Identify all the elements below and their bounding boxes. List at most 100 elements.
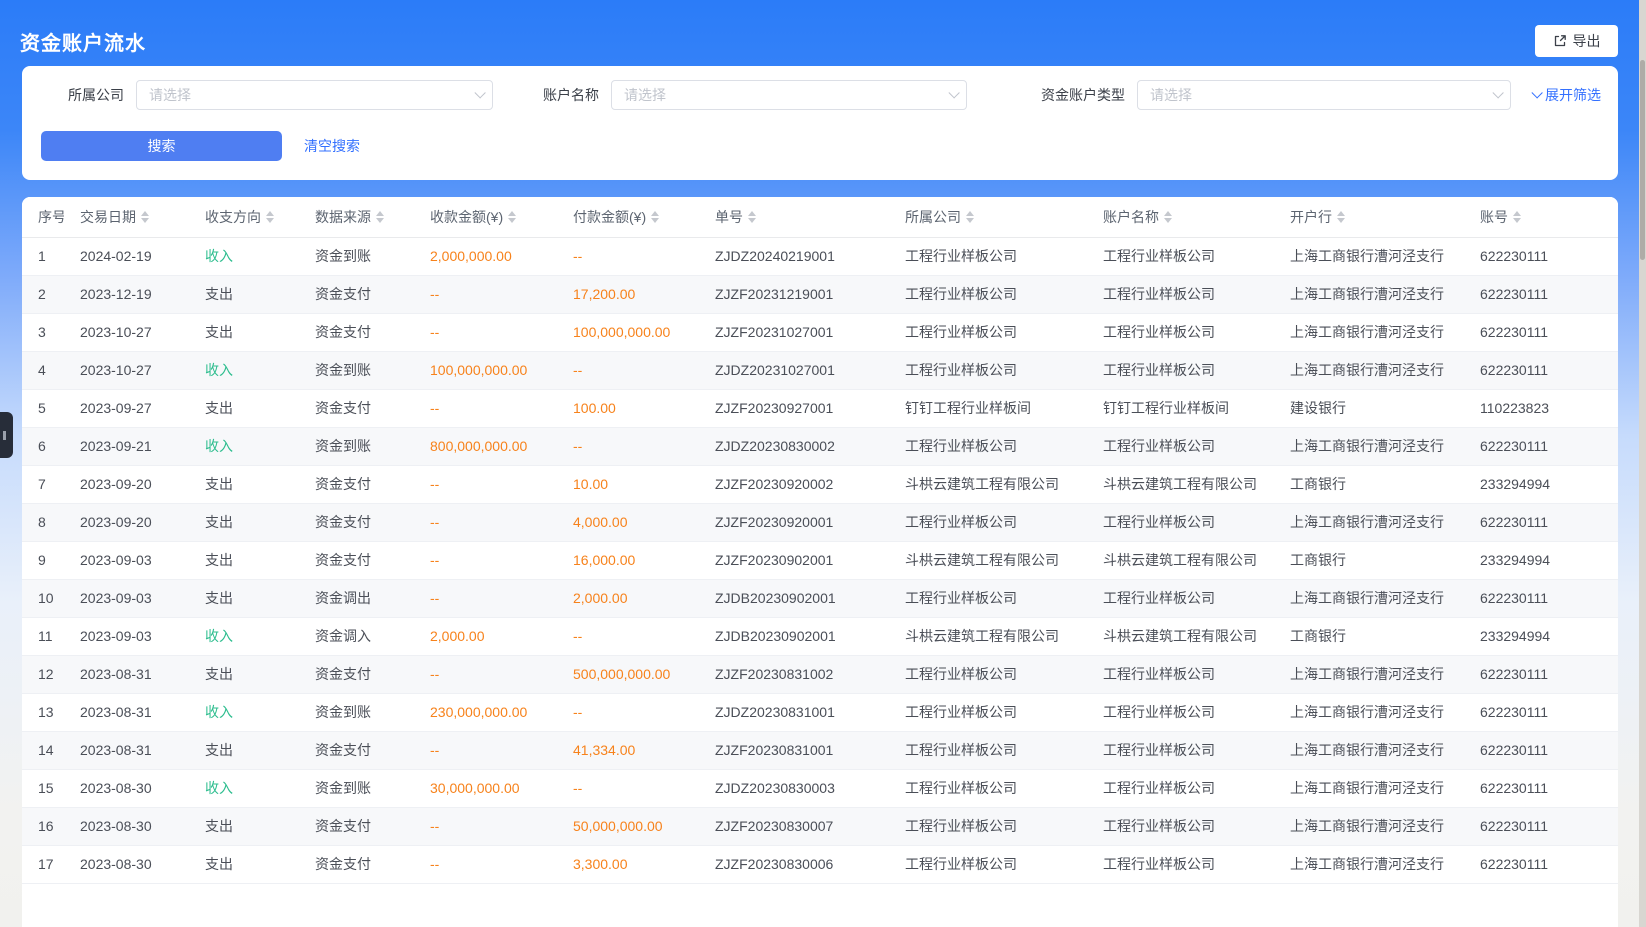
column-header-data-source[interactable]: 数据来源 xyxy=(299,197,414,237)
cell-pay-amount: 100.00 xyxy=(557,389,699,427)
column-header-company[interactable]: 所属公司 xyxy=(889,197,1087,237)
cell-trade-date: 2023-08-31 xyxy=(64,655,189,693)
search-button[interactable]: 搜索 xyxy=(41,131,282,161)
column-header-pay-amount[interactable]: 付款金额(¥) xyxy=(557,197,699,237)
cell-order-no: ZJZF20230920001 xyxy=(699,503,889,541)
account-name-select[interactable]: 请选择 xyxy=(611,80,967,110)
cell-bank: 上海工商银行漕河泾支行 xyxy=(1274,427,1464,465)
column-header-direction[interactable]: 收支方向 xyxy=(189,197,299,237)
sort-icon[interactable] xyxy=(266,211,274,223)
table-row: 52023-09-27支出资金支付--100.00ZJZF20230927001… xyxy=(22,389,1618,427)
cell-pay-amount: 4,000.00 xyxy=(557,503,699,541)
cell-account-name: 工程行业样板公司 xyxy=(1087,693,1274,731)
table-row: 82023-09-20支出资金支付--4,000.00ZJZF202309200… xyxy=(22,503,1618,541)
cell-trade-date: 2023-08-30 xyxy=(64,769,189,807)
export-button[interactable]: 导出 xyxy=(1535,25,1618,57)
cell-receive-amount: 2,000.00 xyxy=(414,617,557,655)
column-header-trade-date[interactable]: 交易日期 xyxy=(64,197,189,237)
cell-pay-amount: -- xyxy=(557,237,699,275)
cell-account-name: 工程行业样板公司 xyxy=(1087,655,1274,693)
company-select[interactable]: 请选择 xyxy=(136,80,493,110)
column-header-account-name[interactable]: 账户名称 xyxy=(1087,197,1274,237)
expand-filters-link[interactable]: 展开筛选 xyxy=(1531,85,1601,105)
cell-bank: 上海工商银行漕河泾支行 xyxy=(1274,313,1464,351)
cell-direction: 收入 xyxy=(189,237,299,275)
fund-account-type-filter-label: 资金账户类型 xyxy=(1041,85,1125,105)
cell-pay-amount: -- xyxy=(557,617,699,655)
cell-order-no: ZJDZ20231027001 xyxy=(699,351,889,389)
cell-pay-amount: 10.00 xyxy=(557,465,699,503)
cell-trade-date: 2023-09-20 xyxy=(64,465,189,503)
chevron-down-icon xyxy=(1531,87,1542,98)
cell-receive-amount: -- xyxy=(414,465,557,503)
cell-order-no: ZJZF20230830007 xyxy=(699,807,889,845)
cell-order-no: ZJZF20230831001 xyxy=(699,731,889,769)
cell-index: 11 xyxy=(22,617,64,655)
cell-data-source: 资金支付 xyxy=(299,541,414,579)
cell-account-no: 622230111 xyxy=(1464,503,1618,541)
column-header-account-no[interactable]: 账号 xyxy=(1464,197,1618,237)
cell-trade-date: 2024-02-19 xyxy=(64,237,189,275)
cell-company: 工程行业样板公司 xyxy=(889,731,1087,769)
cell-pay-amount: -- xyxy=(557,427,699,465)
sort-icon[interactable] xyxy=(508,211,516,223)
cell-company: 工程行业样板公司 xyxy=(889,845,1087,883)
cell-bank: 上海工商银行漕河泾支行 xyxy=(1274,655,1464,693)
cell-pay-amount: -- xyxy=(557,769,699,807)
sort-icon[interactable] xyxy=(651,211,659,223)
chevron-down-icon xyxy=(1492,87,1503,98)
sort-icon[interactable] xyxy=(748,211,756,223)
cell-direction: 支出 xyxy=(189,579,299,617)
cell-index: 5 xyxy=(22,389,64,427)
cell-receive-amount: -- xyxy=(414,579,557,617)
table-row: 12024-02-19收入资金到账2,000,000.00--ZJDZ20240… xyxy=(22,237,1618,275)
column-header-bank[interactable]: 开户行 xyxy=(1274,197,1464,237)
cell-order-no: ZJDZ20230831001 xyxy=(699,693,889,731)
cell-order-no: ZJDZ20230830002 xyxy=(699,427,889,465)
cell-pay-amount: -- xyxy=(557,693,699,731)
cell-pay-amount: 17,200.00 xyxy=(557,275,699,313)
cell-account-name: 斗栱云建筑工程有限公司 xyxy=(1087,617,1274,655)
sort-icon[interactable] xyxy=(376,211,384,223)
cell-receive-amount: 2,000,000.00 xyxy=(414,237,557,275)
cell-index: 10 xyxy=(22,579,64,617)
cell-receive-amount: -- xyxy=(414,313,557,351)
cell-account-no: 622230111 xyxy=(1464,351,1618,389)
column-header-receive-amount[interactable]: 收款金额(¥) xyxy=(414,197,557,237)
cell-company: 斗栱云建筑工程有限公司 xyxy=(889,617,1087,655)
fund-account-type-select[interactable]: 请选择 xyxy=(1137,80,1511,110)
column-header-order-no[interactable]: 单号 xyxy=(699,197,889,237)
clear-search-link[interactable]: 清空搜索 xyxy=(304,136,360,156)
cell-receive-amount: -- xyxy=(414,275,557,313)
sort-icon[interactable] xyxy=(141,211,149,223)
chevron-down-icon xyxy=(474,87,485,98)
cell-order-no: ZJZF20230920002 xyxy=(699,465,889,503)
cell-pay-amount: 100,000,000.00 xyxy=(557,313,699,351)
chevron-down-icon xyxy=(948,87,959,98)
cell-direction: 收入 xyxy=(189,427,299,465)
drawer-handle[interactable] xyxy=(0,412,13,458)
column-label: 收款金额(¥) xyxy=(430,207,503,227)
vertical-scrollbar[interactable] xyxy=(1639,0,1646,927)
table-header-row: 序号交易日期收支方向数据来源收款金额(¥)付款金额(¥)单号所属公司账户名称开户… xyxy=(22,197,1618,237)
cell-order-no: ZJZF20231027001 xyxy=(699,313,889,351)
transactions-table: 序号交易日期收支方向数据来源收款金额(¥)付款金额(¥)单号所属公司账户名称开户… xyxy=(22,197,1618,884)
cell-index: 9 xyxy=(22,541,64,579)
cell-receive-amount: -- xyxy=(414,845,557,883)
cell-account-no: 622230111 xyxy=(1464,845,1618,883)
sort-icon[interactable] xyxy=(1513,211,1521,223)
cell-account-no: 622230111 xyxy=(1464,693,1618,731)
sort-icon[interactable] xyxy=(966,211,974,223)
cell-pay-amount: 3,300.00 xyxy=(557,845,699,883)
cell-account-no: 622230111 xyxy=(1464,731,1618,769)
cell-company: 工程行业样板公司 xyxy=(889,427,1087,465)
cell-account-name: 工程行业样板公司 xyxy=(1087,275,1274,313)
sort-icon[interactable] xyxy=(1337,211,1345,223)
sort-icon[interactable] xyxy=(1164,211,1172,223)
scrollbar-thumb[interactable] xyxy=(1640,60,1645,260)
cell-bank: 上海工商银行漕河泾支行 xyxy=(1274,693,1464,731)
cell-account-no: 622230111 xyxy=(1464,427,1618,465)
table-row: 72023-09-20支出资金支付--10.00ZJZF20230920002斗… xyxy=(22,465,1618,503)
filter-item-account-name: 账户名称请选择 xyxy=(543,80,967,110)
cell-direction: 支出 xyxy=(189,731,299,769)
